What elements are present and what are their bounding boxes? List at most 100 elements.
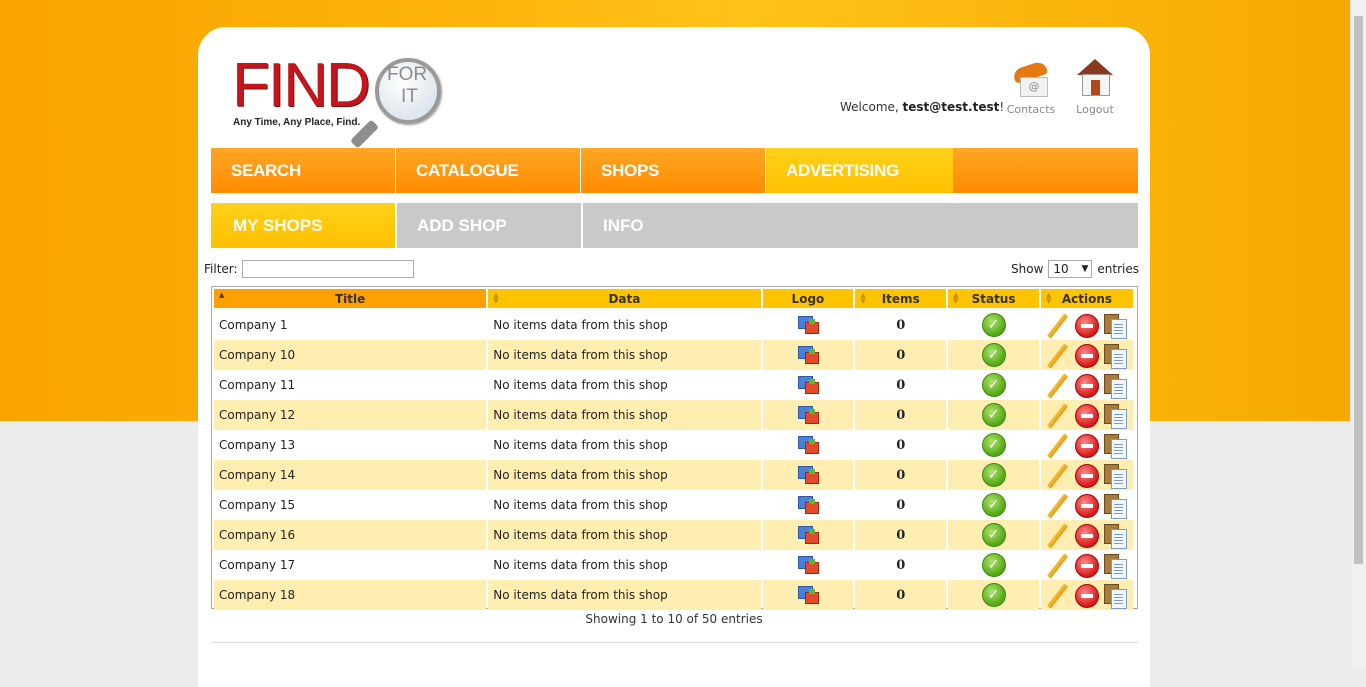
image-icon[interactable] — [797, 346, 819, 364]
document-copy-icon — [1110, 468, 1127, 489]
delete-button[interactable] — [1074, 313, 1099, 338]
column-header-status[interactable]: ▲ ▼ Status — [948, 289, 1039, 310]
logout-link[interactable]: Logout — [1065, 59, 1125, 116]
edit-button[interactable] — [1045, 432, 1070, 459]
menu-advertising[interactable]: ADVERTISING — [766, 148, 953, 193]
delete-button[interactable] — [1074, 493, 1099, 518]
check-circle-icon[interactable]: ✓ — [981, 523, 1006, 547]
image-icon[interactable] — [797, 376, 819, 394]
check-circle-icon[interactable]: ✓ — [981, 433, 1006, 457]
copy-button[interactable] — [1103, 313, 1128, 339]
image-icon[interactable] — [797, 316, 819, 334]
image-icon[interactable] — [797, 406, 819, 424]
vertical-scrollbar[interactable] — [1350, 0, 1366, 667]
image-icon[interactable] — [797, 526, 819, 544]
cell-title: Company 10 — [214, 340, 487, 370]
copy-button[interactable] — [1103, 523, 1128, 549]
submenu-my-shops[interactable]: MY SHOPS — [211, 203, 397, 248]
delete-button[interactable] — [1074, 373, 1099, 398]
edit-button[interactable] — [1045, 492, 1070, 519]
cell-data: No items data from this shop — [488, 520, 761, 550]
column-header-actions[interactable]: ▲ ▼ Actions — [1040, 289, 1133, 310]
image-icon[interactable] — [797, 556, 819, 574]
magnifier-icon: FOR IT — [375, 58, 441, 124]
copy-button[interactable] — [1103, 463, 1128, 489]
cell-status: ✓ — [948, 370, 1039, 400]
edit-button[interactable] — [1045, 312, 1070, 339]
cell-logo — [762, 550, 854, 580]
column-header-title[interactable]: ▲ Title — [214, 289, 487, 310]
menu-search[interactable]: SEARCH — [211, 148, 396, 193]
delete-button[interactable] — [1074, 463, 1099, 488]
image-icon[interactable] — [797, 496, 819, 514]
edit-button[interactable] — [1045, 372, 1070, 399]
copy-button[interactable] — [1103, 373, 1128, 399]
contacts-link[interactable]: @ Contacts — [1001, 59, 1061, 116]
check-circle-icon[interactable]: ✓ — [981, 463, 1006, 487]
edit-button[interactable] — [1045, 522, 1070, 549]
page-length-select[interactable]: 10 ▼ — [1048, 260, 1093, 278]
delete-button[interactable] — [1074, 433, 1099, 458]
minus-circle-icon — [1074, 463, 1099, 488]
edit-button[interactable] — [1045, 582, 1070, 609]
edit-button[interactable] — [1045, 552, 1070, 579]
copy-button[interactable] — [1103, 433, 1128, 459]
minus-circle-icon — [1074, 553, 1099, 578]
findforit-logo[interactable]: FIND FOR IT Any Time, Any Place, Find. — [232, 55, 444, 149]
divider — [211, 642, 1138, 643]
delete-button[interactable] — [1074, 583, 1099, 608]
cell-title: Company 13 — [214, 430, 487, 460]
cell-data: No items data from this shop — [488, 430, 761, 460]
cell-logo — [762, 460, 854, 490]
edit-button[interactable] — [1045, 402, 1070, 429]
image-icon[interactable] — [797, 586, 819, 604]
check-circle-icon[interactable]: ✓ — [981, 583, 1006, 607]
delete-button[interactable] — [1074, 523, 1099, 548]
copy-button[interactable] — [1103, 583, 1128, 609]
scrollbar-thumb[interactable] — [1354, 16, 1363, 564]
menu-shops[interactable]: SHOPS — [581, 148, 766, 193]
cell-data: No items data from this shop — [488, 370, 761, 400]
cell-actions — [1040, 460, 1133, 490]
submenu-add-shop[interactable]: ADD SHOP — [397, 203, 583, 248]
check-circle-icon[interactable]: ✓ — [981, 553, 1006, 577]
check-circle-icon[interactable]: ✓ — [981, 373, 1006, 397]
cell-title: Company 11 — [214, 370, 487, 400]
house-icon — [1073, 59, 1117, 99]
table-row: Company 17 No items data from this shop 0 ✓ — [214, 550, 1133, 580]
check-circle-icon[interactable]: ✓ — [981, 313, 1006, 337]
image-icon[interactable] — [797, 436, 819, 454]
check-circle-icon[interactable]: ✓ — [981, 343, 1006, 367]
column-data-label: Data — [608, 291, 641, 306]
column-logo-label: Logo — [791, 291, 825, 306]
menu-catalogue[interactable]: CATALOGUE — [396, 148, 581, 193]
column-actions-label: Actions — [1061, 291, 1113, 306]
cell-actions — [1040, 340, 1133, 370]
edit-button[interactable] — [1045, 342, 1070, 369]
check-circle-icon[interactable]: ✓ — [981, 403, 1006, 427]
cell-data: No items data from this shop — [488, 310, 761, 340]
delete-button[interactable] — [1074, 343, 1099, 368]
copy-button[interactable] — [1103, 493, 1128, 519]
delete-button[interactable] — [1074, 403, 1099, 428]
filter-input[interactable] — [242, 260, 414, 278]
column-header-items[interactable]: ▲ ▼ Items — [855, 289, 947, 310]
submenu-info[interactable]: INFO — [583, 203, 769, 248]
copy-button[interactable] — [1103, 403, 1128, 429]
delete-button[interactable] — [1074, 553, 1099, 578]
copy-button[interactable] — [1103, 553, 1128, 579]
sub-menu: MY SHOPS ADD SHOP INFO — [211, 203, 1138, 248]
check-circle-icon[interactable]: ✓ — [981, 493, 1006, 517]
edit-button[interactable] — [1045, 462, 1070, 489]
copy-button[interactable] — [1103, 343, 1128, 369]
cell-actions — [1040, 580, 1133, 610]
document-copy-icon — [1110, 378, 1127, 399]
image-icon[interactable] — [797, 466, 819, 484]
document-copy-icon — [1110, 528, 1127, 549]
cell-items: 0 — [855, 430, 947, 460]
show-label: Show — [1011, 262, 1044, 276]
cell-status: ✓ — [948, 430, 1039, 460]
cell-items: 0 — [855, 340, 947, 370]
column-header-data[interactable]: ▲ ▼ Data — [488, 289, 761, 310]
cell-items: 0 — [855, 370, 947, 400]
